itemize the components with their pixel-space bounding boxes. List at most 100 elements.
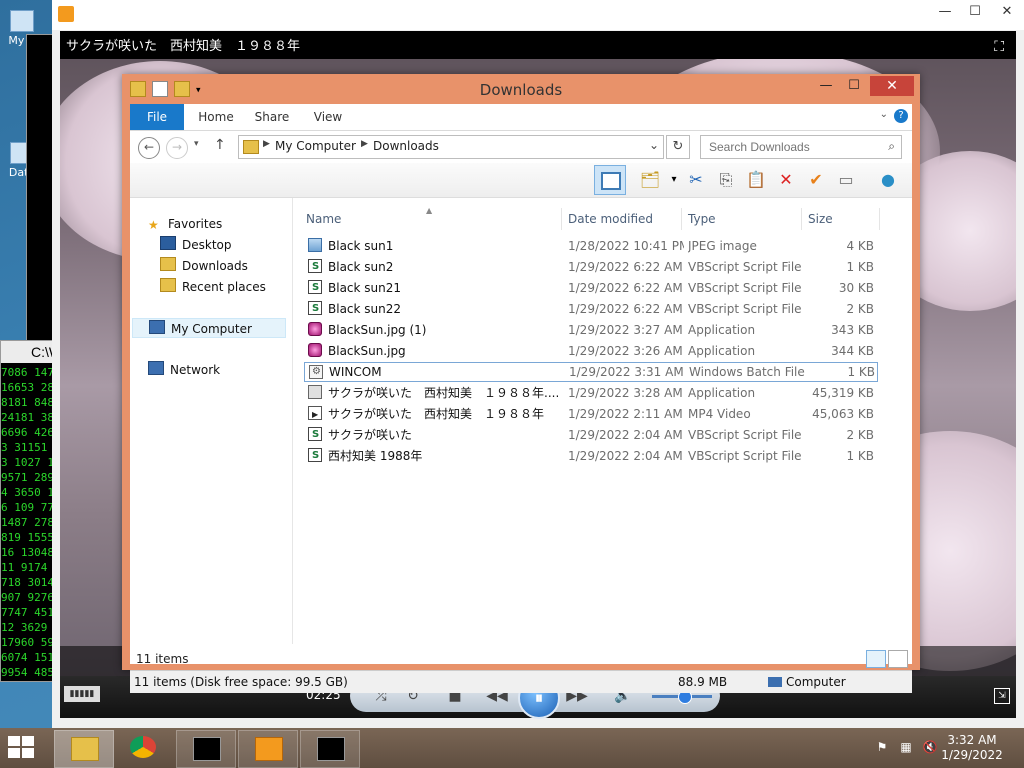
file-row[interactable]: 西村知美 1988年 1/29/2022 2:04 AM VBScript Scri… bbox=[304, 446, 876, 466]
tab-file[interactable]: File bbox=[130, 104, 184, 130]
downloads-folder-icon bbox=[160, 257, 176, 271]
file-date: 1/29/2022 6:22 AM bbox=[568, 302, 683, 316]
file-size: 2 KB bbox=[846, 302, 874, 316]
file-type: Windows Batch File bbox=[689, 365, 805, 379]
nav-downloads[interactable]: Downloads bbox=[160, 256, 248, 276]
file-date: 1/29/2022 3:27 AM bbox=[568, 323, 683, 337]
breadcrumb-my-computer[interactable]: My Computer bbox=[275, 139, 356, 153]
folder-options-icon[interactable]: 🗂 bbox=[638, 168, 662, 192]
search-icon[interactable]: ⌕ bbox=[888, 139, 895, 154]
file-row[interactable]: WINCOM 1/29/2022 3:31 AM Windows Batch Fil… bbox=[304, 362, 878, 382]
nav-label: Network bbox=[170, 363, 221, 377]
nav-network[interactable]: Network bbox=[148, 360, 220, 380]
nav-desktop[interactable]: Desktop bbox=[160, 235, 232, 255]
details-view-icon[interactable] bbox=[866, 650, 886, 668]
file-row[interactable]: Black sun22 1/29/2022 6:22 AM VBScript Scr… bbox=[304, 299, 876, 319]
close-button[interactable]: ✕ bbox=[870, 76, 914, 96]
address-bar[interactable]: ▶ My Computer ▶ Downloads ⌄ bbox=[238, 135, 664, 159]
column-header-size[interactable]: Size bbox=[802, 208, 880, 230]
file-row[interactable]: サクラが咲いた 西村知美 １９８８年 1/29/2022 2:11 AM MP4 V… bbox=[304, 404, 876, 425]
file-row[interactable]: Black sun1 1/28/2022 10:41 PM JPEG image 4 … bbox=[304, 236, 876, 256]
nav-label: Favorites bbox=[168, 217, 223, 231]
star-icon: ★ bbox=[148, 218, 159, 232]
checkmark-icon[interactable]: ✔ bbox=[804, 168, 828, 192]
cut-icon[interactable]: ✂ bbox=[684, 168, 708, 192]
file-type: Application bbox=[688, 386, 756, 400]
up-button[interactable]: ↑ bbox=[214, 137, 226, 153]
taskbar-cmd-1[interactable] bbox=[176, 730, 236, 768]
file-type: Application bbox=[688, 323, 756, 337]
nav-recent-places[interactable]: Recent places bbox=[160, 277, 266, 297]
file-size: 1 KB bbox=[846, 260, 874, 274]
file-row[interactable]: Black sun2 1/29/2022 6:22 AM VBScript Scri… bbox=[304, 257, 876, 277]
file-type: Application bbox=[688, 344, 756, 358]
delete-icon[interactable]: ✕ bbox=[774, 168, 798, 192]
computer-icon bbox=[768, 677, 782, 687]
status-disk-space: 11 items (Disk free space: 99.5 GB) bbox=[134, 675, 348, 689]
file-name: サクラが咲いた 西村知美 １９８８年.... bbox=[328, 386, 558, 400]
help-icon[interactable]: ? bbox=[894, 109, 908, 123]
file-name: 西村知美 1988年 bbox=[328, 449, 423, 463]
address-row: ← → ▾ ↑ ▶ My Computer ▶ Downloads ⌄ ↻ ⌕ bbox=[130, 131, 912, 163]
copy-icon[interactable]: ⎘ bbox=[714, 168, 738, 192]
rename-icon[interactable]: ▭ bbox=[834, 168, 858, 192]
taskbar-chrome[interactable] bbox=[114, 730, 172, 766]
expand-ribbon-icon[interactable]: ⌄ bbox=[880, 109, 888, 120]
column-header-date[interactable]: Date modified bbox=[562, 208, 682, 230]
preview-pane-button[interactable] bbox=[594, 165, 626, 195]
breadcrumb-downloads[interactable]: Downloads bbox=[373, 139, 439, 153]
item-count: 11 items bbox=[136, 652, 189, 666]
globe-icon[interactable]: ● bbox=[876, 168, 900, 192]
file-type: VBScript Script File bbox=[688, 302, 802, 316]
switch-to-library-icon[interactable]: ⇲ bbox=[994, 688, 1010, 704]
back-button[interactable]: ← bbox=[138, 137, 160, 159]
seek-bar[interactable]: ▮▮▮▮▮ bbox=[64, 686, 100, 702]
file-row[interactable]: サクラが咲いた 1/29/2022 2:04 AM VBScript Script … bbox=[304, 425, 876, 445]
file-row[interactable]: BlackSun.jpg 1/29/2022 3:26 AM Application… bbox=[304, 341, 876, 361]
file-date: 1/29/2022 2:11 AM bbox=[568, 407, 683, 421]
taskbar-media-player[interactable] bbox=[238, 730, 298, 768]
close-button[interactable]: ✕ bbox=[992, 0, 1022, 24]
fullscreen-icon[interactable]: ⛶ bbox=[994, 39, 1004, 55]
file-size: 4 KB bbox=[846, 239, 874, 253]
tab-view[interactable]: View bbox=[304, 104, 352, 130]
file-row[interactable]: BlackSun.jpg (1) 1/29/2022 3:27 AM Applica… bbox=[304, 320, 876, 340]
minimize-button[interactable]: — bbox=[812, 76, 840, 96]
explorer-window[interactable]: ▾ Downloads — ☐ ✕ File Home Share View ⌄… bbox=[122, 74, 920, 693]
file-row[interactable]: サクラが咲いた 西村知美 １９８８年.... 1/29/2022 3:28 AM A… bbox=[304, 383, 876, 403]
sort-ascending-icon: ▲ bbox=[426, 206, 433, 215]
maximize-button[interactable]: ☐ bbox=[840, 76, 868, 96]
folder-icon bbox=[243, 140, 259, 154]
nav-my-computer[interactable]: My Computer bbox=[132, 318, 286, 338]
recent-locations-icon[interactable]: ▾ bbox=[194, 139, 199, 149]
vbs-file-icon bbox=[308, 299, 322, 319]
file-size: 30 KB bbox=[838, 281, 874, 295]
network-icon[interactable]: ▦ bbox=[898, 740, 914, 756]
refresh-button[interactable]: ↻ bbox=[666, 135, 690, 159]
chevron-down-icon[interactable]: ▾ bbox=[662, 168, 686, 192]
search-input[interactable] bbox=[707, 139, 871, 155]
taskbar-file-explorer[interactable] bbox=[54, 730, 114, 768]
nav-favorites[interactable]: ★ Favorites bbox=[148, 214, 222, 234]
paste-icon[interactable]: 📋 bbox=[744, 168, 768, 192]
start-button[interactable] bbox=[8, 736, 36, 760]
tab-home[interactable]: Home bbox=[192, 104, 240, 130]
taskbar-cmd-2[interactable] bbox=[300, 730, 360, 768]
column-header-type[interactable]: Type bbox=[682, 208, 802, 230]
file-date: 1/29/2022 6:22 AM bbox=[568, 281, 683, 295]
cmd-icon bbox=[193, 737, 221, 761]
file-date: 1/29/2022 3:31 AM bbox=[569, 365, 684, 379]
action-center-flag-icon[interactable]: ⚑ bbox=[874, 740, 890, 756]
minimize-button[interactable]: — bbox=[930, 0, 960, 24]
maximize-button[interactable]: ☐ bbox=[960, 0, 990, 24]
vbs-file-icon bbox=[308, 446, 322, 466]
tab-share[interactable]: Share bbox=[248, 104, 296, 130]
file-row[interactable]: Black sun21 1/29/2022 6:22 AM VBScript Scr… bbox=[304, 278, 876, 298]
media-player-icon bbox=[255, 737, 283, 761]
nav-label: My Computer bbox=[171, 322, 252, 336]
large-icons-view-icon[interactable] bbox=[888, 650, 908, 668]
column-header-name[interactable]: Name ▲ bbox=[300, 206, 562, 230]
clock[interactable]: 3:32 AM 1/29/2022 bbox=[934, 733, 1010, 763]
chevron-down-icon[interactable]: ⌄ bbox=[649, 138, 659, 152]
forward-button[interactable]: → bbox=[166, 137, 188, 159]
